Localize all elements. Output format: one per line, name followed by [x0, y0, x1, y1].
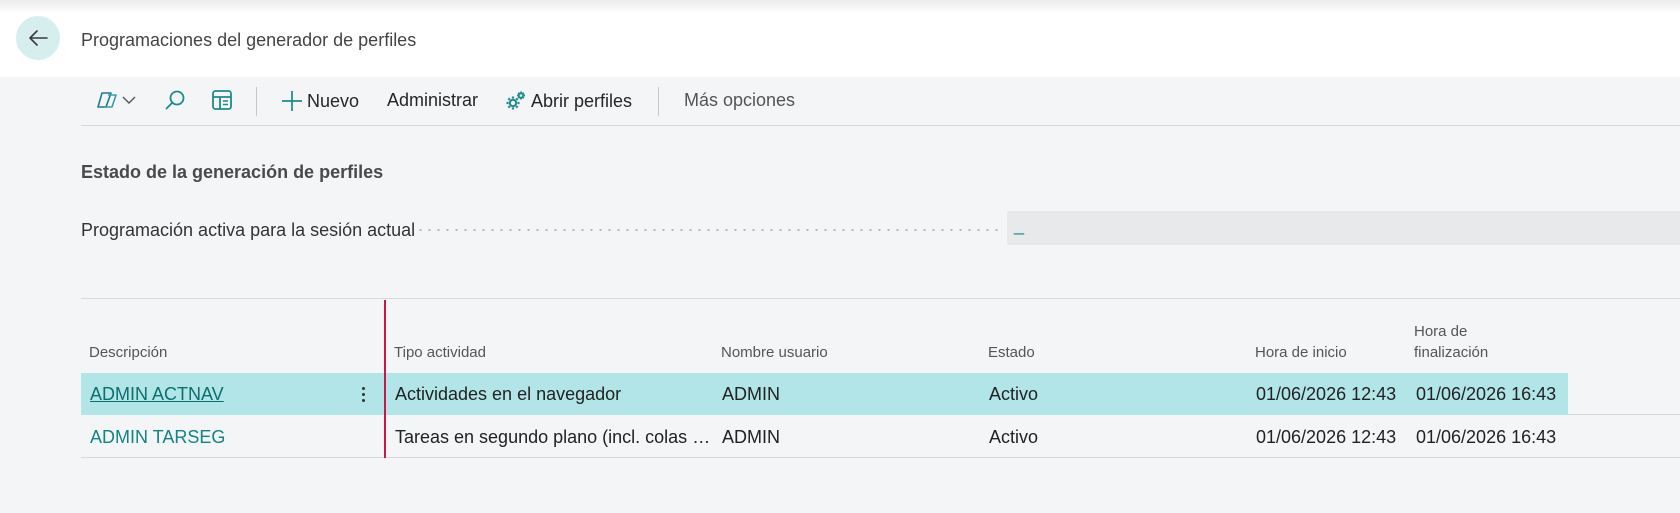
column-header-user-name[interactable]: Nombre usuario	[721, 342, 828, 363]
table-row[interactable]: ADMIN TARSEG Tareas en segundo plano (in…	[81, 416, 1680, 458]
page-title: Programaciones del generador de perfiles	[81, 30, 417, 50]
new-button-label: Nuevo	[307, 90, 360, 111]
filter-pane-button[interactable]	[211, 89, 233, 111]
chevron-down-icon	[122, 96, 136, 104]
toolbar-divider	[256, 87, 257, 116]
column-header-status[interactable]: Estado	[988, 342, 1035, 363]
active-schedule-label: Programación activa para la sesión actua…	[81, 220, 416, 240]
activity-type-cell: Tareas en segundo plano (incl. colas de …	[395, 427, 717, 447]
list-divider	[81, 298, 1680, 299]
toolbar-divider	[658, 87, 659, 116]
start-time-cell: 01/06/2026 12:43	[1256, 384, 1397, 404]
status-section-title: Estado de la generación de perfiles	[81, 162, 384, 182]
start-time-cell: 01/06/2026 12:43	[1256, 427, 1397, 447]
description-cell[interactable]: ADMIN ACTNAV	[90, 373, 350, 415]
table-row[interactable]: ADMIN ACTNAV Actividades en el navegador…	[81, 373, 1680, 415]
column-header-description[interactable]: Descripción	[89, 342, 167, 363]
manage-button-label: Administrar	[387, 90, 479, 110]
filter-pane-icon	[212, 90, 232, 110]
gears-icon	[506, 91, 525, 110]
end-time-cell: 01/06/2026 16:43	[1416, 384, 1557, 404]
activity-type-cell: Actividades en el navegador	[395, 384, 622, 404]
arrow-left-icon	[29, 30, 48, 46]
manage-button[interactable]: Administrar	[387, 90, 478, 111]
page-header: Programaciones del generador de perfiles	[0, 0, 1680, 77]
field-leader-dots	[416, 229, 1000, 231]
new-button[interactable]: Nuevo	[281, 90, 359, 112]
user-name-cell: ADMIN	[722, 384, 780, 404]
column-header-end-time-line2: finalización	[1414, 344, 1489, 361]
plus-icon	[282, 91, 302, 111]
more-options-label: Más opciones	[684, 90, 796, 110]
row-actions-menu-icon[interactable]	[353, 382, 373, 406]
end-time-cell: 01/06/2026 16:43	[1416, 427, 1557, 447]
description-cell[interactable]: ADMIN TARSEG	[90, 416, 350, 458]
column-header-activity-type[interactable]: Tipo actividad	[394, 342, 486, 363]
column-header-end-time[interactable]: Hora de finalización	[1414, 321, 1488, 363]
open-profiles-label: Abrir perfiles	[531, 90, 633, 111]
column-header-end-time-line1: Hora de	[1414, 323, 1468, 340]
status-cell: Activo	[989, 427, 1039, 447]
open-profiles-button[interactable]: Abrir perfiles	[505, 90, 632, 112]
more-options-button[interactable]: Más opciones	[684, 90, 795, 111]
active-schedule-value[interactable]: _	[1007, 211, 1680, 245]
column-header-start-time[interactable]: Hora de inicio	[1255, 342, 1347, 363]
copilot-icon	[97, 92, 117, 108]
frozen-column-divider	[384, 300, 386, 458]
copilot-menu-button[interactable]	[96, 89, 137, 111]
search-button[interactable]	[164, 89, 186, 111]
status-cell: Activo	[989, 384, 1039, 404]
search-icon	[165, 90, 185, 110]
action-bar: Nuevo Administrar Abrir perfiles Más opc…	[81, 77, 1680, 126]
user-name-cell: ADMIN	[722, 427, 780, 447]
back-button[interactable]	[16, 16, 60, 60]
